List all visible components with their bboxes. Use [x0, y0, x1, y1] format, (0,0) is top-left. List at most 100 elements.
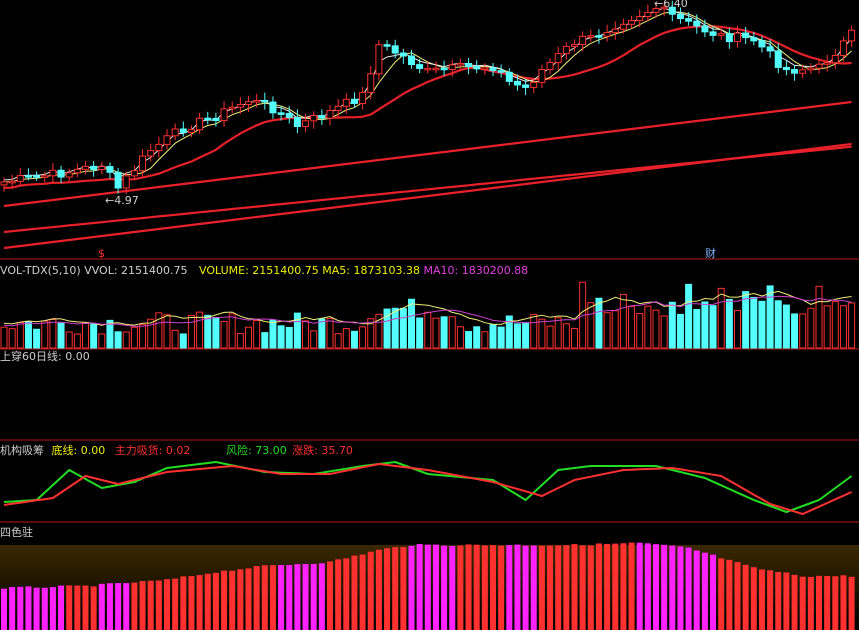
candle-body: [701, 25, 709, 33]
institutional-panel[interactable]: [3, 460, 853, 516]
four-color-bar: [734, 562, 741, 630]
four-color-bar: [188, 576, 195, 630]
vol-value: VVOL: 2151400.75: [84, 264, 188, 277]
four-color-bar: [441, 545, 448, 630]
four-color-header[interactable]: 四色驻: [0, 527, 33, 539]
volume-bar: [310, 330, 318, 349]
volume-bar: [660, 315, 668, 349]
four-color-bar: [726, 559, 733, 630]
dividend-marker[interactable]: $: [98, 248, 105, 260]
volume-bar: [587, 302, 595, 349]
candle-body: [155, 143, 163, 152]
four-color-bar: [636, 542, 643, 630]
cross60-header: 上穿60日线: 0.00: [0, 351, 90, 363]
volume-bar: [171, 329, 179, 349]
four-color-bar: [644, 543, 651, 630]
institutional-name[interactable]: 机构吸筹: [0, 444, 44, 457]
candle-body: [334, 105, 342, 112]
four-color-bar: [677, 546, 684, 630]
volume-bar: [522, 322, 530, 349]
price-panel[interactable]: [0, 0, 856, 250]
candle-body: [342, 98, 350, 107]
four-color-bar: [620, 543, 627, 630]
four-color-bar: [710, 554, 717, 630]
four-color-bar: [758, 569, 765, 630]
cross60-name[interactable]: 上穿60日线: [0, 350, 58, 363]
volume-bar: [611, 310, 619, 349]
ma5-value: MA5: 1873103.38: [322, 264, 420, 277]
candle-body: [57, 169, 65, 178]
four-color-bar: [375, 549, 382, 630]
candle-body: [530, 81, 538, 88]
candle-body: [49, 169, 57, 177]
candle-body: [24, 175, 32, 178]
four-color-bar: [131, 582, 138, 630]
four-color-bar: [318, 563, 325, 630]
volume-panel[interactable]: [0, 281, 856, 349]
candle-body: [848, 29, 856, 42]
volume-bar: [350, 330, 358, 349]
candle-body: [538, 69, 546, 83]
four-color-bar: [799, 576, 806, 630]
four-color-bar: [449, 545, 456, 630]
candle-body: [310, 115, 318, 122]
candle-body: [562, 45, 570, 55]
candle-body: [33, 175, 41, 178]
change-value: 涨跌: 35.70: [292, 444, 353, 457]
volume-bar: [831, 301, 839, 349]
four-color-bar: [359, 554, 366, 630]
candle-body: [571, 43, 578, 47]
candle-body: [587, 35, 595, 38]
four-color-bar: [147, 580, 154, 630]
four-color-bar: [221, 570, 228, 630]
volume-bar: [595, 297, 603, 349]
four-color-bar: [115, 583, 122, 630]
volume-bar: [448, 316, 456, 349]
volume-bar: [628, 305, 636, 349]
four-color-bar: [9, 586, 16, 630]
four-color-bar: [66, 585, 73, 630]
four-color-bar: [791, 574, 798, 630]
volume-bar: [668, 301, 676, 349]
four-color-bar: [343, 558, 350, 630]
candle-body: [187, 129, 195, 133]
candle-body: [456, 62, 464, 66]
volume-indicator-name[interactable]: VOL-TDX(5,10): [0, 264, 81, 277]
main-accumulation-value: 主力吸货: 0.02: [114, 444, 191, 457]
finance-marker[interactable]: 财: [705, 248, 716, 260]
ma20-line: [3, 25, 852, 189]
volume-bar: [359, 326, 367, 349]
volume-bar: [530, 313, 538, 349]
volume-bar: [848, 302, 856, 349]
candle-body: [318, 115, 326, 119]
candle-body: [465, 62, 473, 68]
ma5-line: [3, 11, 852, 183]
volume-bar: [750, 296, 758, 349]
four-color-bar: [538, 545, 545, 630]
four-color-bar: [335, 559, 342, 630]
four-color-panel[interactable]: [0, 542, 859, 630]
four-color-bar: [139, 581, 146, 630]
stock-chart-canvas[interactable]: [0, 0, 859, 630]
candle-body: [147, 150, 155, 157]
candle-body: [473, 66, 481, 70]
volume-bar: [220, 320, 228, 349]
four-color-bar: [400, 547, 407, 630]
candle-body: [685, 18, 693, 22]
volume-bar: [130, 326, 138, 349]
four-color-bar: [506, 545, 513, 630]
candle-body: [16, 175, 24, 182]
four-color-bar: [661, 544, 668, 630]
volume-bar: [179, 333, 187, 349]
candle-body: [302, 120, 310, 127]
four-color-bar: [180, 576, 187, 630]
candle-body: [522, 84, 530, 88]
candle-body: [424, 67, 432, 71]
volume-bar: [318, 318, 326, 349]
four-color-bar: [628, 542, 635, 630]
four-color-bar: [693, 550, 700, 630]
four-color-bar: [172, 578, 179, 630]
candle-body: [717, 33, 725, 36]
volume-bar: [302, 320, 310, 349]
volume-bar: [742, 291, 750, 349]
